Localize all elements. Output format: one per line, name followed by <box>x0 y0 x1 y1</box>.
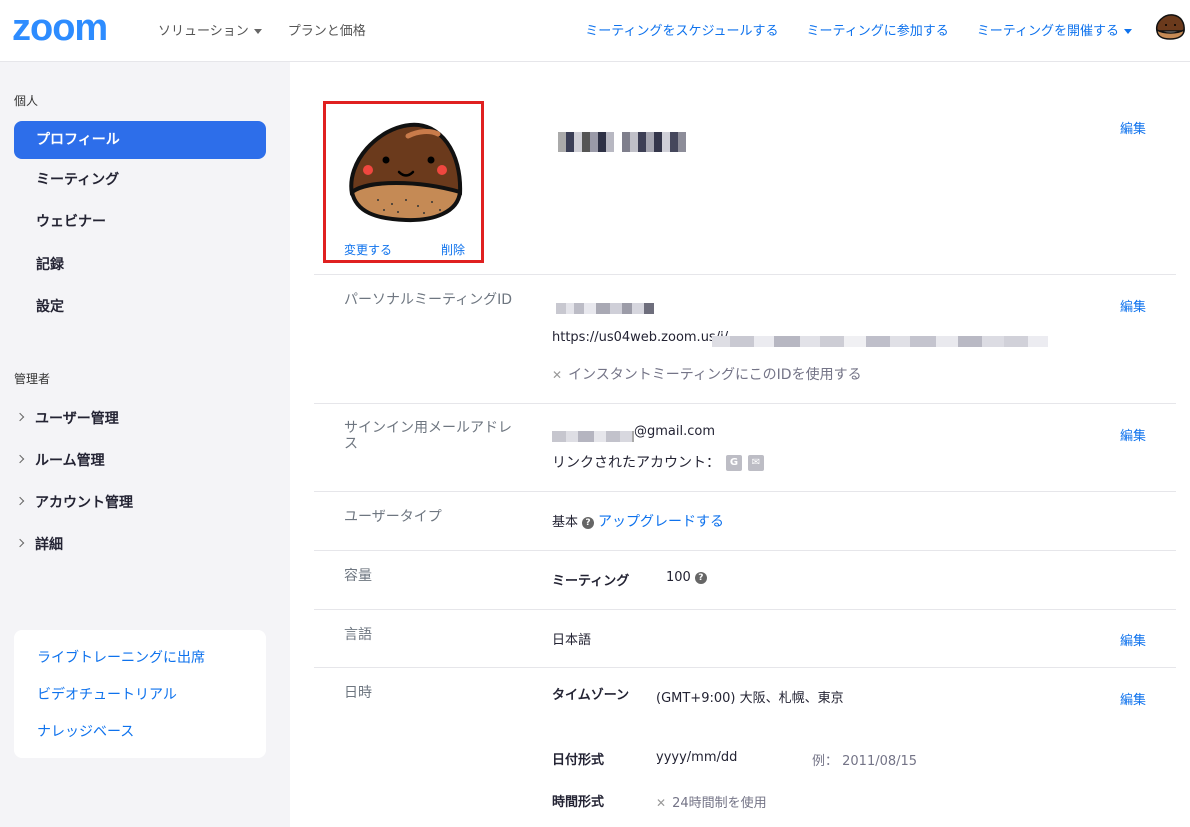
timezone-value: (GMT+9:00) 大阪、札幌、東京 <box>656 691 844 706</box>
user-avatar-icon[interactable] <box>1154 11 1186 41</box>
datetime-label: 日時 <box>344 685 372 701</box>
profile-photo-box: 変更する 削除 <box>323 101 484 263</box>
personal-section-label: 個人 <box>14 94 39 108</box>
linked-accounts: リンクされたアカウント： G ✉ <box>552 452 764 472</box>
chevron-down-icon <box>253 29 262 34</box>
nav-schedule-meeting[interactable]: ミーティングをスケジュールする <box>585 20 778 39</box>
help-link-live-training[interactable]: ライブトレーニングに出席 <box>37 647 205 667</box>
profile-main: 変更する 削除 編集 パーソナルミーティングID 編集 https://us04… <box>290 62 1190 827</box>
help-link-knowledge-base[interactable]: ナレッジベース <box>37 721 134 741</box>
help-icon[interactable]: ? <box>694 571 707 584</box>
edit-datetime-button[interactable]: 編集 <box>1120 689 1146 708</box>
admin-section-label: 管理者 <box>14 372 51 386</box>
capacity-meeting-value: 100? <box>666 570 711 585</box>
sidebar-item-profile[interactable]: プロフィール <box>14 121 266 159</box>
pmi-instant-option-label: インスタントミーティングにこのIDを使用する <box>568 367 862 383</box>
linked-accounts-label: リンクされたアカウント： <box>552 455 720 471</box>
close-icon: ✕ <box>552 368 563 382</box>
change-photo-link[interactable]: 変更する <box>344 241 392 258</box>
sidebar-item-webinars[interactable]: ウェビナー <box>14 203 266 241</box>
row-divider <box>314 550 1176 551</box>
edit-language-button[interactable]: 編集 <box>1120 630 1146 649</box>
sidebar-item-advanced[interactable]: 詳細 <box>14 534 63 554</box>
capacity-meeting-number: 100 <box>666 570 691 585</box>
mail-icon: ✉ <box>748 455 764 471</box>
nav-right: ミーティングをスケジュールする ミーティングに参加する ミーティングを開催する <box>585 20 1132 39</box>
row-divider <box>314 609 1176 610</box>
user-type-label: ユーザータイプ <box>344 509 442 525</box>
time-format-label: 時間形式 <box>552 795 605 810</box>
capacity-label: 容量 <box>344 568 372 584</box>
date-format-value: yyyy/mm/dd <box>656 750 738 765</box>
display-name-redacted <box>558 132 686 152</box>
email-domain: @gmail.com <box>634 424 716 439</box>
sidebar-item-settings[interactable]: 設定 <box>14 288 266 326</box>
pmi-redacted <box>556 303 654 314</box>
help-icon[interactable]: ? <box>582 516 595 529</box>
nav-host-meeting-label: ミーティングを開催する <box>976 24 1119 39</box>
edit-email-button[interactable]: 編集 <box>1120 425 1146 444</box>
sidebar-item-label: 詳細 <box>35 537 63 553</box>
pmi-label: パーソナルミーティングID <box>344 292 513 308</box>
nav-join-meeting[interactable]: ミーティングに参加する <box>807 20 949 39</box>
chevron-right-icon <box>15 454 25 464</box>
language-value: 日本語 <box>552 633 592 648</box>
date-format-label: 日付形式 <box>552 753 605 768</box>
timezone-label: タイムゾーン <box>552 688 630 703</box>
nav-left: ソリューション プランと価格 <box>158 20 366 39</box>
help-box: ライブトレーニングに出席 ビデオチュートリアル ナレッジベース <box>14 630 266 758</box>
date-format-example: 例： 2011/08/15 <box>812 754 918 769</box>
sidebar-item-account-management[interactable]: アカウント管理 <box>14 492 133 512</box>
pmi-url-prefix: https://us04web.zoom.us/j/ <box>552 330 729 345</box>
sidebar-item-label: アカウント管理 <box>35 495 133 511</box>
chevron-right-icon <box>15 412 25 422</box>
upgrade-link[interactable]: アップグレードする <box>598 514 724 530</box>
user-type-value: 基本? アップグレードする <box>552 511 724 531</box>
zoom-logo[interactable]: zoom <box>12 9 108 47</box>
edit-pmi-button[interactable]: 編集 <box>1120 296 1146 315</box>
row-divider <box>314 274 1176 275</box>
help-link-video-tutorials[interactable]: ビデオチュートリアル <box>37 684 177 704</box>
row-divider <box>314 667 1176 668</box>
chevron-down-icon <box>1124 29 1132 34</box>
nav-host-meeting[interactable]: ミーティングを開催する <box>977 20 1132 39</box>
google-icon: G <box>726 455 742 471</box>
chevron-right-icon <box>15 496 25 506</box>
time-format-value: 24時間制を使用 <box>672 796 767 811</box>
sidebar-item-room-management[interactable]: ルーム管理 <box>14 450 105 470</box>
capacity-meeting-label: ミーティング <box>552 574 630 589</box>
time-format-option[interactable]: ✕ 24時間制を使用 <box>656 792 767 811</box>
sidebar-item-user-management[interactable]: ユーザー管理 <box>14 408 119 428</box>
email-redacted <box>552 431 634 442</box>
close-icon: ✕ <box>656 796 667 810</box>
row-divider <box>314 403 1176 404</box>
sidebar-item-recordings[interactable]: 記録 <box>14 246 266 284</box>
chestnut-avatar-icon <box>349 122 463 223</box>
nav-pricing[interactable]: プランと価格 <box>288 20 366 39</box>
edit-name-button[interactable]: 編集 <box>1120 118 1146 137</box>
nav-solutions[interactable]: ソリューション <box>158 20 262 39</box>
pmi-instant-option[interactable]: ✕ インスタントミーティングにこのIDを使用する <box>552 364 862 384</box>
top-header: zoom ソリューション プランと価格 ミーティングをスケジュールする ミーティ… <box>0 0 1190 62</box>
sidebar: 個人 プロフィール ミーティング ウェビナー 記録 設定 管理者 ユーザー管理 … <box>0 62 290 827</box>
nav-solutions-label: ソリューション <box>158 24 249 39</box>
row-divider <box>314 491 1176 492</box>
sidebar-item-label: ルーム管理 <box>35 453 105 469</box>
email-label: サインイン用メールアドレス <box>344 420 512 452</box>
sidebar-item-label: ユーザー管理 <box>35 411 119 427</box>
pmi-url-redacted <box>712 336 1048 347</box>
sidebar-item-meetings[interactable]: ミーティング <box>14 161 266 199</box>
language-label: 言語 <box>344 627 372 643</box>
pmi-url: https://us04web.zoom.us/j/ <box>552 330 728 345</box>
delete-photo-link[interactable]: 削除 <box>441 241 465 258</box>
user-type-text: 基本 <box>552 515 579 530</box>
chevron-right-icon <box>15 538 25 548</box>
